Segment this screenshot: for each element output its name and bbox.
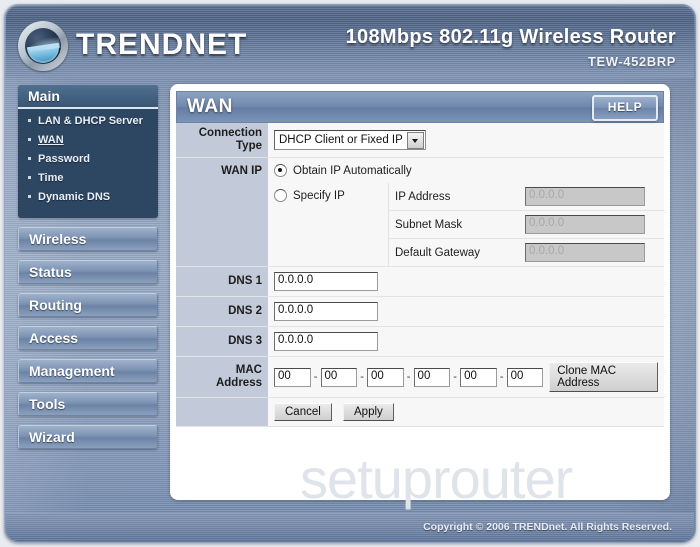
clone-mac-address-button[interactable]: Clone MAC Address: [549, 362, 658, 392]
default-gateway-label: Default Gateway: [388, 238, 519, 266]
brand-text: TRENDNET: [76, 28, 248, 61]
mac-octet-6[interactable]: 00: [506, 367, 544, 387]
brand-wordmark: TRENDNET: [76, 28, 247, 62]
subnet-mask-input[interactable]: 0.0.0.0: [525, 215, 645, 234]
sidebar-item-wizard[interactable]: Wizard: [18, 425, 158, 449]
logo-wave-icon: [26, 42, 62, 66]
sidebar-item-label: Dynamic DNS: [38, 191, 111, 203]
sidebar-item-lan-dhcp-server[interactable]: LAN & DHCP Server: [28, 115, 158, 128]
product-title: 108Mbps 802.11g Wireless Router: [345, 26, 676, 48]
mac-octet-1[interactable]: 00: [274, 367, 311, 387]
help-button[interactable]: HELP: [592, 95, 658, 121]
actions-cell: Cancel Apply: [268, 397, 664, 427]
page-title: WAN: [187, 96, 233, 117]
specify-ip-label: Specify IP: [293, 189, 345, 202]
sidebar-item-password[interactable]: Password: [28, 153, 158, 166]
mac-octet-2[interactable]: 00: [320, 367, 358, 387]
trendnet-globe-icon: [18, 21, 68, 71]
sidebar-group-main-header[interactable]: Main: [18, 85, 158, 109]
sidebar-item-access[interactable]: Access: [18, 326, 158, 350]
dns-2-label: DNS 2: [176, 296, 268, 327]
mac-separator: -: [313, 371, 318, 383]
row-dns-2: DNS 2 0.0.0.0: [176, 296, 664, 327]
dns-2-cell: 0.0.0.0: [268, 296, 664, 327]
dns-1-cell: 0.0.0.0: [268, 266, 664, 297]
wan-settings-form: Connection Type DHCP Client or Fixed IP …: [176, 123, 664, 427]
panel-title-bar: WAN HELP: [176, 91, 664, 123]
row-connection-type: Connection Type DHCP Client or Fixed IP: [176, 123, 664, 158]
sidebar-item-routing[interactable]: Routing: [18, 293, 158, 317]
specify-ip-cell[interactable]: Specify IP: [268, 183, 389, 266]
row-dns-3: DNS 3 0.0.0.0: [176, 326, 664, 357]
cancel-button[interactable]: Cancel: [274, 403, 332, 421]
mac-octet-5[interactable]: 00: [460, 367, 497, 387]
row-wan-ip: WAN IP Obtain IP Automatically Specify I…: [176, 157, 664, 267]
row-mac-address: MAC Address 00 - 00 - 00 - 00 - 00 - 00 …: [176, 356, 664, 398]
row-ip-address: Specify IP IP Address 0.0.0.0: [268, 183, 664, 266]
wan-ip-label: WAN IP: [176, 157, 268, 267]
mac-address-label-line1: MAC: [235, 364, 262, 376]
page-banner: TRENDNET 108Mbps 802.11g Wireless Router…: [6, 6, 694, 78]
content-panel: WAN HELP Connection Type DHCP Client or …: [170, 84, 670, 500]
wan-ip-cell: Obtain IP Automatically Specify IP IP Ad…: [268, 157, 664, 267]
content-inner: WAN HELP Connection Type DHCP Client or …: [176, 91, 664, 427]
mac-separator: -: [499, 371, 504, 383]
default-gateway-cell: 0.0.0.0: [519, 238, 664, 266]
page-footer: Copyright © 2006 TRENDnet. All Rights Re…: [6, 513, 694, 541]
specify-ip-table: Specify IP IP Address 0.0.0.0 Subnet Mas…: [268, 183, 664, 266]
sidebar-item-label: WAN: [38, 134, 64, 146]
apply-button[interactable]: Apply: [343, 403, 394, 421]
sidebar-item-wan[interactable]: WAN: [28, 134, 158, 147]
mac-separator: -: [453, 371, 457, 383]
radio-obtain-ip-automatically[interactable]: [274, 164, 287, 177]
sidebar-item-tools[interactable]: Tools: [18, 392, 158, 416]
subnet-mask-label: Subnet Mask: [388, 210, 519, 239]
ip-address-input[interactable]: 0.0.0.0: [525, 187, 645, 206]
sidebar-item-label: LAN & DHCP Server: [38, 115, 143, 127]
dns-3-cell: 0.0.0.0: [268, 326, 664, 357]
radio-specify-ip[interactable]: [274, 189, 287, 202]
sidebar-item-dynamic-dns[interactable]: Dynamic DNS: [28, 191, 158, 204]
obtain-ip-label: Obtain IP Automatically: [293, 164, 412, 177]
connection-type-label: Connection Type: [176, 123, 268, 158]
sidebar-group-main: Main LAN & DHCP Server WAN Password Time…: [18, 85, 158, 218]
dns-3-label: DNS 3: [176, 326, 268, 357]
dns-1-label: DNS 1: [176, 266, 268, 297]
chevron-down-icon[interactable]: [406, 131, 424, 149]
sidebar-item-time[interactable]: Time: [28, 172, 158, 185]
mac-octet-group: 00 - 00 - 00 - 00 - 00 - 00 Clone MAC Ad…: [274, 362, 658, 392]
connection-type-cell: DHCP Client or Fixed IP: [268, 123, 664, 158]
router-admin-page: TRENDNET 108Mbps 802.11g Wireless Router…: [0, 0, 700, 547]
mac-address-label: MAC Address: [176, 356, 268, 398]
mac-separator: -: [360, 371, 364, 383]
row-dns-1: DNS 1 0.0.0.0: [176, 266, 664, 297]
sidebar-item-wireless[interactable]: Wireless: [18, 227, 158, 251]
copyright-text: Copyright © 2006 TRENDnet. All Rights Re…: [423, 521, 672, 533]
sidebar-item-label: Time: [38, 172, 64, 184]
dns-3-input[interactable]: 0.0.0.0: [274, 332, 378, 351]
obtain-ip-row[interactable]: Obtain IP Automatically: [268, 158, 664, 183]
dns-1-input[interactable]: 0.0.0.0: [274, 272, 378, 291]
subnet-mask-cell: 0.0.0.0: [519, 210, 664, 239]
sidebar-item-management[interactable]: Management: [18, 359, 158, 383]
mac-address-cell: 00 - 00 - 00 - 00 - 00 - 00 Clone MAC Ad…: [268, 356, 664, 398]
ip-address-cell: 0.0.0.0: [519, 183, 664, 211]
row-actions: Cancel Apply: [176, 397, 664, 427]
dns-2-input[interactable]: 0.0.0.0: [274, 302, 378, 321]
mac-separator: -: [406, 371, 411, 383]
ip-address-label: IP Address: [388, 183, 519, 211]
sidebar-item-label: Password: [38, 153, 90, 165]
connection-type-select[interactable]: DHCP Client or Fixed IP: [274, 130, 426, 150]
sidebar-nav: Main LAN & DHCP Server WAN Password Time…: [18, 85, 158, 458]
mac-address-label-line2: Address: [215, 377, 262, 389]
default-gateway-input[interactable]: 0.0.0.0: [525, 243, 645, 262]
actions-spacer: [176, 397, 268, 427]
sidebar-item-status[interactable]: Status: [18, 260, 158, 284]
mac-octet-4[interactable]: 00: [413, 367, 451, 387]
connection-type-value: DHCP Client or Fixed IP: [279, 134, 403, 146]
sidebar-submenu-main: LAN & DHCP Server WAN Password Time Dyna…: [18, 109, 158, 204]
product-model: TEW-452BRP: [587, 54, 676, 69]
mac-octet-3[interactable]: 00: [367, 367, 404, 387]
